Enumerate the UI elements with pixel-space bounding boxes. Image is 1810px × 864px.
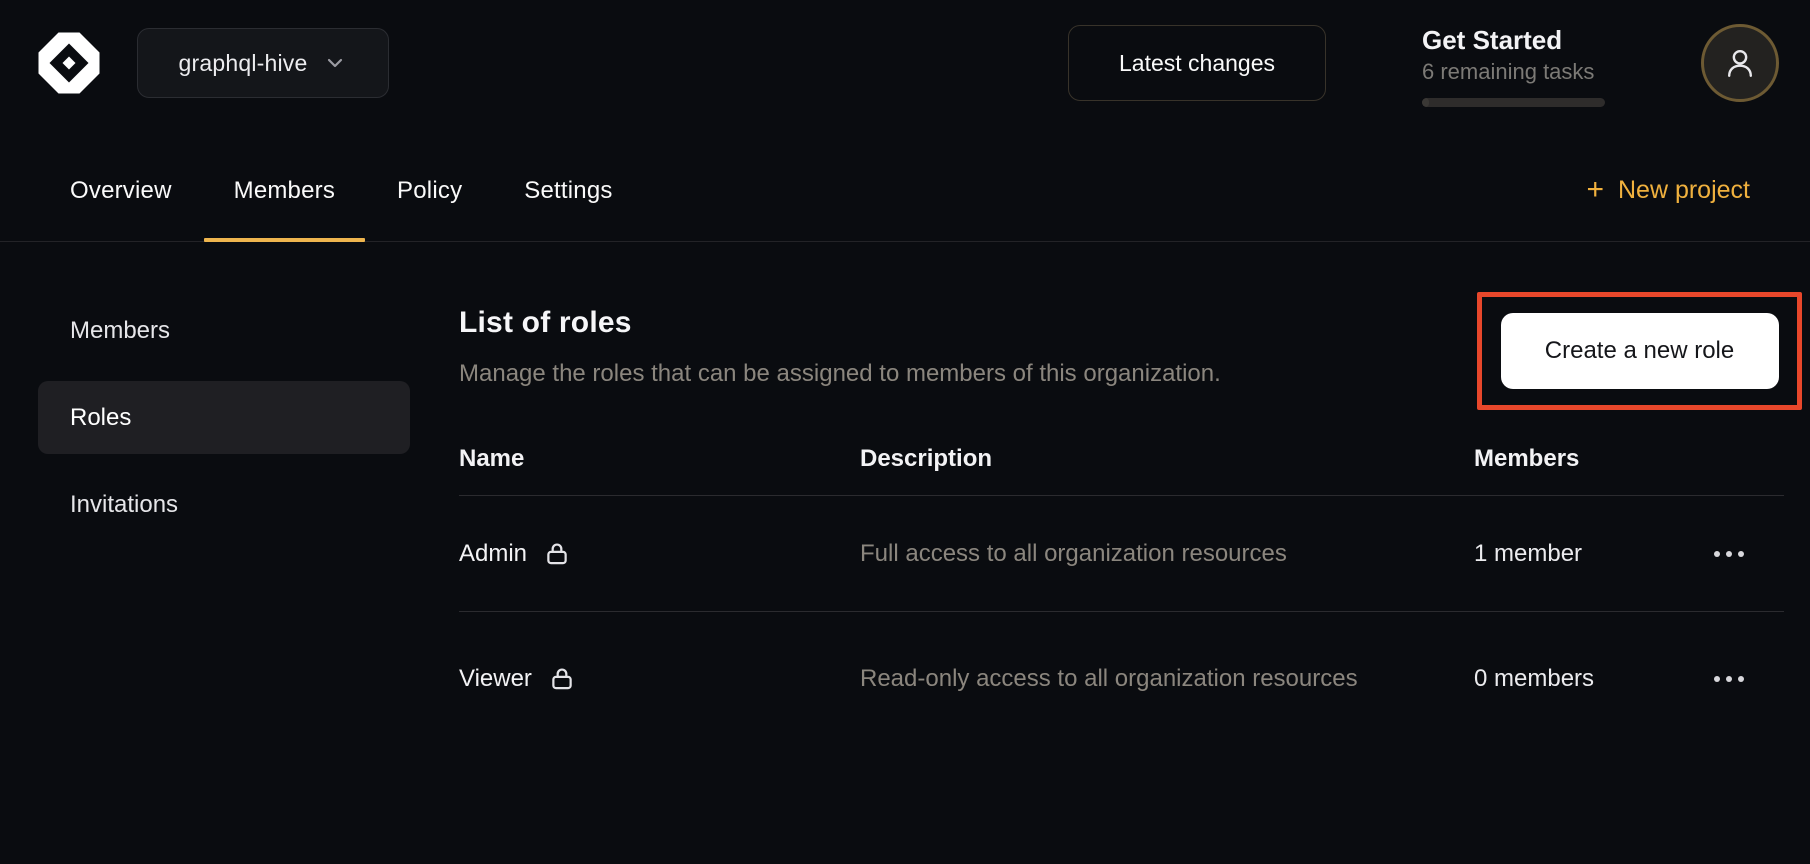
role-description: Read-only access to all organization res… bbox=[860, 662, 1410, 696]
tab-settings[interactable]: Settings bbox=[494, 139, 642, 242]
create-new-role-button[interactable]: Create a new role bbox=[1501, 313, 1779, 389]
role-description: Full access to all organization resource… bbox=[860, 537, 1410, 571]
row-actions-button[interactable] bbox=[1704, 666, 1754, 692]
role-member-count: 1 member bbox=[1474, 540, 1674, 568]
table-row-viewer: Viewer Read-only access to all organizat… bbox=[459, 612, 1784, 746]
sidebar-item-invitations[interactable]: Invitations bbox=[38, 468, 410, 541]
roles-table: Name Description Members Admin Full acce… bbox=[459, 422, 1784, 746]
lock-icon bbox=[543, 540, 571, 568]
role-member-count: 0 members bbox=[1474, 665, 1674, 693]
person-icon bbox=[1722, 45, 1758, 81]
latest-changes-button[interactable]: Latest changes bbox=[1068, 25, 1326, 101]
get-started-remaining-tasks: 6 remaining tasks bbox=[1422, 58, 1605, 86]
user-avatar[interactable] bbox=[1701, 24, 1779, 102]
tab-policy[interactable]: Policy bbox=[367, 139, 492, 242]
column-header-description: Description bbox=[860, 445, 1474, 473]
column-header-members: Members bbox=[1474, 445, 1674, 473]
plus-icon: + bbox=[1586, 175, 1604, 205]
role-name: Viewer bbox=[459, 665, 532, 693]
tab-members[interactable]: Members bbox=[204, 139, 365, 242]
page-subtitle: Manage the roles that can be assigned to… bbox=[459, 360, 1221, 388]
org-tabs-bar: Overview Members Policy Settings + New p… bbox=[0, 125, 1810, 242]
top-bar: graphql-hive Latest changes Get Started … bbox=[0, 0, 1810, 125]
get-started-title: Get Started bbox=[1422, 24, 1605, 56]
ellipsis-icon bbox=[1714, 551, 1744, 557]
role-name: Admin bbox=[459, 540, 527, 568]
lock-icon bbox=[548, 665, 576, 693]
get-started-widget[interactable]: Get Started 6 remaining tasks bbox=[1422, 24, 1605, 107]
organization-selector[interactable]: graphql-hive bbox=[137, 28, 389, 98]
new-project-button[interactable]: + New project bbox=[1586, 125, 1750, 242]
sidebar-item-members[interactable]: Members bbox=[38, 294, 410, 367]
sidebar-item-roles[interactable]: Roles bbox=[38, 381, 410, 454]
page-title: List of roles bbox=[459, 306, 632, 340]
column-header-name: Name bbox=[459, 445, 860, 473]
organization-name: graphql-hive bbox=[179, 50, 308, 77]
get-started-progress-fill bbox=[1422, 98, 1429, 107]
ellipsis-icon bbox=[1714, 676, 1744, 682]
annotation-highlight-box: Create a new role bbox=[1477, 292, 1802, 410]
org-tabs: Overview Members Policy Settings bbox=[40, 125, 643, 242]
chevron-down-icon bbox=[323, 51, 347, 75]
new-project-label: New project bbox=[1618, 176, 1750, 205]
row-actions-button[interactable] bbox=[1704, 541, 1754, 567]
tab-overview[interactable]: Overview bbox=[40, 139, 202, 242]
table-row-admin: Admin Full access to all organization re… bbox=[459, 496, 1784, 612]
hive-logo-icon[interactable] bbox=[36, 30, 102, 96]
members-sidebar: Members Roles Invitations bbox=[38, 294, 410, 541]
roles-table-header: Name Description Members bbox=[459, 422, 1784, 496]
get-started-progress-bar bbox=[1422, 98, 1605, 107]
